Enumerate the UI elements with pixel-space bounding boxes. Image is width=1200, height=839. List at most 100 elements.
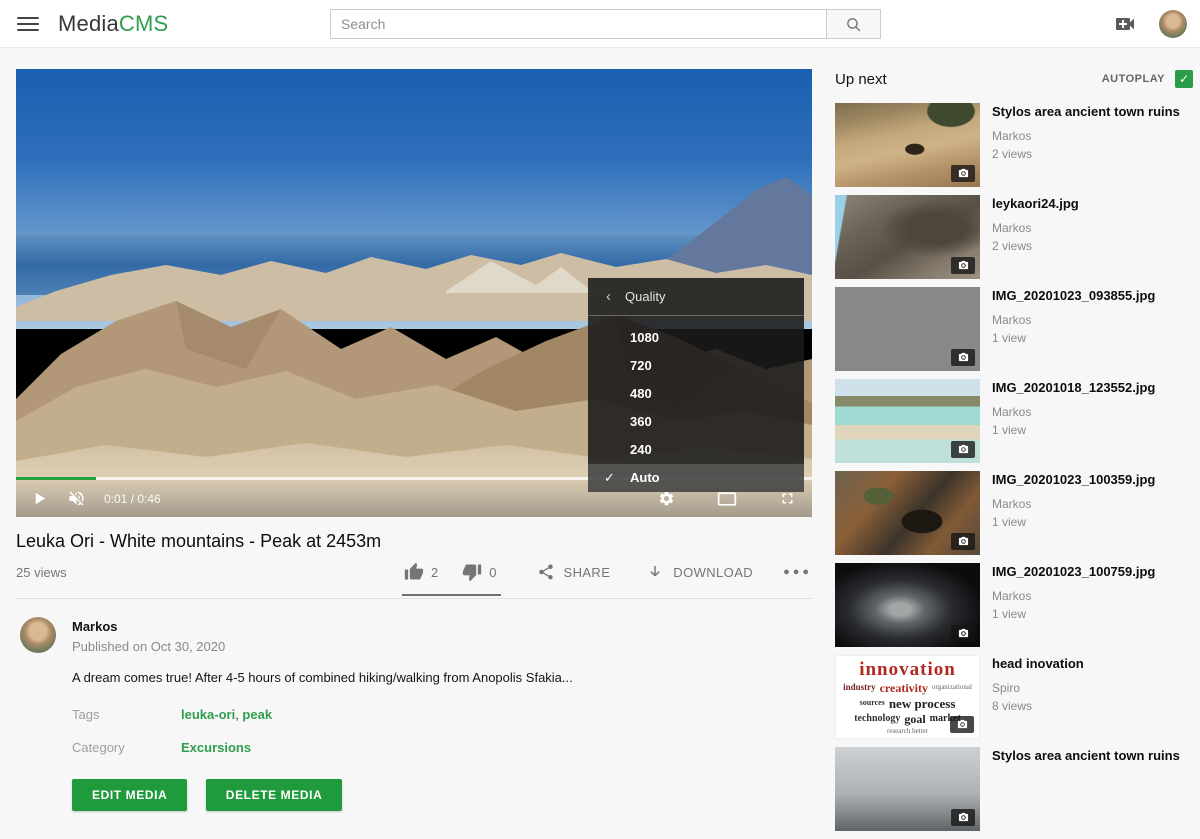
item-author[interactable]: Markos: [992, 589, 1155, 603]
media-thumbnail[interactable]: innovationindustrycreativityorganization…: [835, 655, 980, 739]
item-title[interactable]: IMG_20201023_093855.jpg: [992, 288, 1155, 305]
share-label: SHARE: [564, 565, 611, 580]
item-author[interactable]: Markos: [992, 129, 1180, 143]
delete-media-button[interactable]: DELETE MEDIA: [206, 779, 343, 811]
fullscreen-icon: [779, 490, 796, 507]
share-button[interactable]: SHARE: [537, 563, 611, 581]
chevron-left-icon: ‹: [606, 288, 611, 305]
up-next-item[interactable]: IMG_20201023_093855.jpg Markos 1 view: [835, 287, 1193, 371]
autoplay-checkbox[interactable]: ✓: [1175, 70, 1193, 88]
tag-link[interactable]: leuka-ori: [181, 707, 235, 722]
edit-media-button[interactable]: EDIT MEDIA: [72, 779, 187, 811]
image-type-badge: [951, 441, 975, 458]
quality-option[interactable]: ✓ 240: [588, 436, 804, 464]
item-author[interactable]: Markos: [992, 497, 1155, 511]
check-icon: ✓: [604, 464, 615, 492]
item-author[interactable]: Markos: [992, 405, 1155, 419]
download-button[interactable]: DOWNLOAD: [646, 563, 753, 581]
quality-menu-title: Quality: [625, 289, 665, 304]
up-next-item[interactable]: Stylos area ancient town ruins Markos 2 …: [835, 103, 1193, 187]
quality-option[interactable]: ✓ 360: [588, 408, 804, 436]
item-title[interactable]: IMG_20201023_100759.jpg: [992, 564, 1155, 581]
item-title[interactable]: IMG_20201023_100359.jpg: [992, 472, 1155, 489]
logo-media: Media: [58, 11, 119, 36]
actions-row: 25 views 2 0 SHARE DOWNLOAD ●●●: [16, 562, 812, 599]
item-title[interactable]: Stylos area ancient town ruins: [992, 104, 1180, 121]
item-views: 1 view: [992, 423, 1155, 437]
up-next-item[interactable]: innovationindustrycreativityorganization…: [835, 655, 1193, 739]
item-author[interactable]: Markos: [992, 313, 1155, 327]
search-button[interactable]: [826, 9, 881, 39]
up-next-item[interactable]: IMG_20201018_123552.jpg Markos 1 view: [835, 379, 1193, 463]
quality-options: ✓ 1080 ✓ 720 ✓ 480 ✓ 36: [588, 316, 804, 492]
item-views: 1 view: [992, 515, 1155, 529]
image-type-badge: [951, 165, 975, 182]
settings-button[interactable]: [658, 490, 675, 507]
media-thumbnail[interactable]: [835, 103, 980, 187]
media-thumbnail[interactable]: [835, 747, 980, 831]
quality-option[interactable]: ✓ 480: [588, 380, 804, 408]
media-description: A dream comes true! After 4-5 hours of c…: [72, 670, 812, 685]
camera-icon: [958, 444, 969, 455]
camera-icon: [958, 628, 969, 639]
media-thumbnail[interactable]: [835, 563, 980, 647]
up-next-item[interactable]: leykaori24.jpg Markos 2 views: [835, 195, 1193, 279]
dislike-button[interactable]: 0: [462, 562, 496, 582]
upload-media-button[interactable]: [1112, 12, 1138, 36]
play-button[interactable]: [32, 491, 47, 506]
item-title[interactable]: head inovation: [992, 656, 1084, 673]
autoplay-toggle[interactable]: AUTOPLAY ✓: [1102, 70, 1193, 88]
item-views: 2 views: [992, 147, 1180, 161]
video-player[interactable]: ‹ Quality ✓ 1080 ✓ 720 ✓: [16, 69, 812, 517]
media-thumbnail[interactable]: [835, 379, 980, 463]
owner-buttons: EDIT MEDIA DELETE MEDIA: [72, 779, 812, 811]
author-name[interactable]: Markos: [72, 619, 225, 634]
autoplay-label: AUTOPLAY: [1102, 73, 1165, 85]
top-navbar: MediaCMS: [0, 0, 1200, 48]
play-icon: [32, 491, 47, 506]
up-next-sidebar: Up next AUTOPLAY ✓ Stylos area ancient t…: [835, 69, 1193, 839]
quality-option[interactable]: ✓ 720: [588, 352, 804, 380]
fullscreen-button[interactable]: [779, 490, 796, 507]
media-main-column: ‹ Quality ✓ 1080 ✓ 720 ✓: [16, 69, 812, 811]
image-type-badge: [950, 716, 974, 733]
up-next-item[interactable]: Stylos area ancient town ruins: [835, 747, 1193, 831]
author-avatar[interactable]: [20, 617, 56, 653]
image-type-badge: [951, 809, 975, 826]
quality-option[interactable]: ✓ 1080: [588, 324, 804, 352]
image-type-badge: [951, 625, 975, 642]
category-link[interactable]: Excursions: [181, 740, 251, 755]
search-input[interactable]: [330, 9, 826, 39]
up-next-item[interactable]: IMG_20201023_100759.jpg Markos 1 view: [835, 563, 1193, 647]
item-author[interactable]: Markos: [992, 221, 1079, 235]
like-dislike-group: 2 0: [404, 562, 500, 582]
dislike-count: 0: [489, 565, 496, 580]
camera-icon: [958, 260, 969, 271]
up-next-item[interactable]: IMG_20201023_100359.jpg Markos 1 view: [835, 471, 1193, 555]
video-upload-icon: [1112, 12, 1138, 36]
more-options-button[interactable]: ●●●: [783, 566, 812, 578]
time-display: 0:01 / 0:46: [104, 492, 161, 506]
item-title[interactable]: Stylos area ancient town ruins: [992, 748, 1180, 765]
media-thumbnail[interactable]: [835, 471, 980, 555]
quality-menu-header[interactable]: ‹ Quality: [588, 278, 804, 316]
media-thumbnail[interactable]: [835, 287, 980, 371]
user-avatar[interactable]: [1159, 10, 1187, 38]
item-author[interactable]: Spiro: [992, 681, 1084, 695]
camera-icon: [958, 536, 969, 547]
media-meta: Tags leuka-ori, peak, Category Excursion…: [72, 707, 812, 755]
menu-icon[interactable]: [17, 13, 39, 35]
theater-mode-button[interactable]: [717, 491, 737, 507]
item-title[interactable]: IMG_20201018_123552.jpg: [992, 380, 1155, 397]
gear-icon: [658, 490, 675, 507]
media-title: Leuka Ori - White mountains - Peak at 24…: [16, 531, 812, 552]
quality-option[interactable]: ✓ Auto: [588, 464, 804, 492]
download-label: DOWNLOAD: [673, 565, 753, 580]
mute-button[interactable]: [67, 489, 86, 508]
media-thumbnail[interactable]: [835, 195, 980, 279]
tags-label: Tags: [72, 707, 181, 722]
item-title[interactable]: leykaori24.jpg: [992, 196, 1079, 213]
tag-link[interactable]: peak: [242, 707, 272, 722]
like-button[interactable]: 2: [404, 562, 438, 582]
app-logo[interactable]: MediaCMS: [58, 0, 168, 48]
